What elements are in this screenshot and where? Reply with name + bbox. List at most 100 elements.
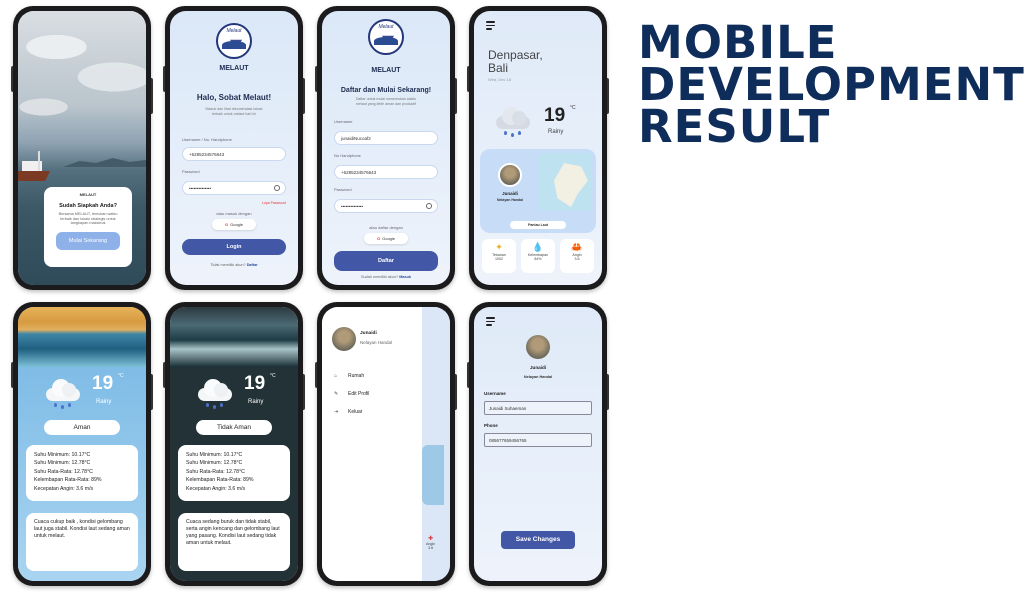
phone-input[interactable]: +6285234576643 (334, 165, 438, 179)
or-text: atau daftar dengan (369, 225, 403, 230)
user-name: Junaidi (529, 365, 547, 370)
phone-input[interactable]: 085677659456765 (484, 433, 592, 447)
home-behind-drawer[interactable]: ✚ Angin 3.6 (422, 307, 450, 581)
drawer-item-edit-profile[interactable]: ✎ Edit Profil (334, 391, 369, 397)
avatar (526, 335, 550, 359)
stat-line: Suhu Minimum: 12.78°C (34, 460, 91, 467)
user-map-panel: Junaidi Nelayan Handal Pantau Laut (480, 149, 596, 233)
username-input[interactable]: Junaidi Suhaeman (484, 401, 592, 415)
google-register-button[interactable]: G Google (364, 233, 408, 244)
drawer-item-logout[interactable]: ⇥ Keluar (334, 409, 362, 415)
phone-label: No Handphone (334, 153, 361, 158)
drawer-item-label: Rumah (348, 373, 365, 379)
drawer-screen: ✚ Angin 3.6 Junaidi Nelayan Handal ⌂ Ruma… (322, 307, 450, 581)
weather-stats-card: Suhu Minimum: 10.17°C Suhu Minimum: 12.7… (178, 445, 290, 501)
location: Denpasar, Bali (488, 49, 543, 75)
avatar (498, 163, 522, 187)
region-name: Bali (488, 61, 509, 75)
crab-icon: ✚ (428, 536, 434, 542)
sun-icon: ✦ (495, 242, 503, 252)
register-button[interactable]: Daftar (334, 251, 438, 271)
drawer-item-home[interactable]: ⌂ Rumah (334, 373, 364, 379)
stat-value: 1002 (495, 257, 503, 261)
password-input[interactable]: •••••••••••••• (334, 199, 438, 213)
google-label: Google (382, 236, 396, 241)
logo-caption: Melaut (226, 28, 242, 34)
login-prompt: Sudah memiliki akun? Masuk (322, 275, 450, 279)
menu-icon[interactable] (486, 317, 495, 328)
save-changes-button[interactable]: Save Changes (501, 531, 575, 549)
weather-condition: Rainy (548, 129, 564, 135)
home-screen: Denpasar, Bali Wed, Dec 18 19 °C Rainy J… (474, 11, 602, 285)
register-prompt: Tidak memiliki akun? Daftar (170, 263, 298, 267)
login-subtitle: Masuk dan lihat rekomendasi lokasi terba… (205, 107, 263, 116)
weather-condition: Rainy (96, 399, 112, 405)
crab-icon: 🦀 (571, 242, 583, 252)
date-text: Wed, Dec 18 (488, 77, 512, 82)
username-input[interactable]: +6285234576643 (182, 147, 286, 161)
user-role: Nelayan Handal (496, 198, 524, 202)
weather-condition: Rainy (248, 399, 264, 405)
password-input[interactable]: •••••••••••••• (182, 181, 286, 195)
weather-description-card: Cuaca cukup baik , kondisi gelombang lau… (26, 513, 138, 571)
register-prompt-text: Tidak memiliki akun? (210, 263, 246, 267)
phone-register: Melaut MELAUT Daftar dan Mulai Sekarang!… (315, 6, 457, 290)
login-title: Halo, Sobat Melaut! (196, 93, 272, 102)
brand-name: MELAUT (371, 67, 401, 74)
home-icon: ⌂ (334, 373, 338, 379)
temperature-unit: °C (570, 105, 576, 111)
forgot-password-link[interactable]: Lupa Password (262, 201, 286, 205)
phone-weather-unsafe: 19 °C Rainy Tidak Aman Suhu Minimum: 10.… (163, 302, 305, 586)
map-thumbnail[interactable] (538, 153, 592, 211)
start-button[interactable]: Mulai Sekarang (56, 231, 120, 250)
brand-name: MELAUT (219, 65, 249, 72)
login-button[interactable]: Login (182, 239, 286, 255)
clouds-decoration (18, 11, 146, 131)
user-role: Nelayan Handal (360, 340, 393, 345)
google-icon: G (376, 236, 381, 241)
stat-humidity: 💧 Kelembapan 84% (521, 239, 555, 273)
drawer-item-label: Keluar (348, 409, 363, 415)
phone-drawer: ✚ Angin 3.6 Junaidi Nelayan Handal ⌂ Ruma… (315, 302, 457, 586)
username-label: Username (334, 119, 353, 124)
logout-icon: ⇥ (334, 409, 339, 415)
menu-icon[interactable] (486, 21, 495, 32)
register-screen: Melaut MELAUT Daftar dan Mulai Sekarang!… (322, 11, 450, 285)
heading-line-3: RESULT (638, 100, 831, 153)
description-text: Cuaca cukup baik , kondisi gelombang lau… (34, 519, 130, 539)
edit-profile-screen: Junaidi Nelayan Handal Username Junaidi … (474, 307, 602, 581)
stat-value: 84% (534, 257, 542, 261)
password-value: •••••••••••••• (341, 204, 364, 209)
login-screen: Melaut MELAUT Halo, Sobat Melaut! Masuk … (170, 11, 298, 285)
rain-drops-icon (504, 131, 524, 139)
weather-description-card: Cuaca sedang buruk dan tidak stabil, ser… (178, 513, 290, 571)
username-input[interactable]: junaidiNucoaf2 (334, 131, 438, 145)
monitor-sea-button[interactable]: Pantau Laut (510, 221, 566, 229)
or-text: atau masuk dengan (216, 211, 252, 216)
temperature-unit: °C (118, 373, 124, 379)
google-icon: G (224, 222, 229, 227)
phone-weather-safe: 19 °C Rainy Aman Suhu Minimum: 10.17°C S… (11, 302, 153, 586)
stat-line: Suhu Rata-Rata: 12.78°C (34, 468, 93, 475)
stat-line: Kecepatan Angin: 3.6 m/s (186, 485, 246, 492)
phone-label: Phone (484, 423, 498, 428)
weather-stats-card: Suhu Minimum: 10.17°C Suhu Minimum: 12.7… (26, 445, 138, 501)
username-label: Username / No. Handphone (182, 137, 232, 142)
stat-value: 3.6 (574, 257, 580, 261)
google-login-button[interactable]: G Google (212, 219, 256, 230)
password-label: Password (334, 187, 352, 192)
boat-image (18, 151, 52, 185)
welcome-title: Sudah Siapkah Anda? (59, 203, 117, 209)
eye-icon[interactable] (426, 203, 432, 209)
heading: MOBILE DEVELOPMENT RESULT (638, 20, 1025, 153)
temperature: 19 (92, 373, 114, 394)
register-link[interactable]: Daftar (247, 263, 258, 267)
phone-login: Melaut MELAUT Halo, Sobat Melaut! Masuk … (163, 6, 305, 290)
register-subtitle: Daftar untuk mulai menemukan waktu melau… (355, 97, 417, 106)
stat-line: Suhu Minimum: 10.17°C (34, 452, 91, 458)
stat-pressure: ✦ Tekanan 1002 (482, 239, 516, 273)
eye-icon[interactable] (274, 185, 280, 191)
temperature: 19 (244, 373, 266, 394)
login-link[interactable]: Masuk (399, 275, 411, 279)
stat-line: Kelembapan Rata-Rata: 89% (34, 477, 102, 484)
